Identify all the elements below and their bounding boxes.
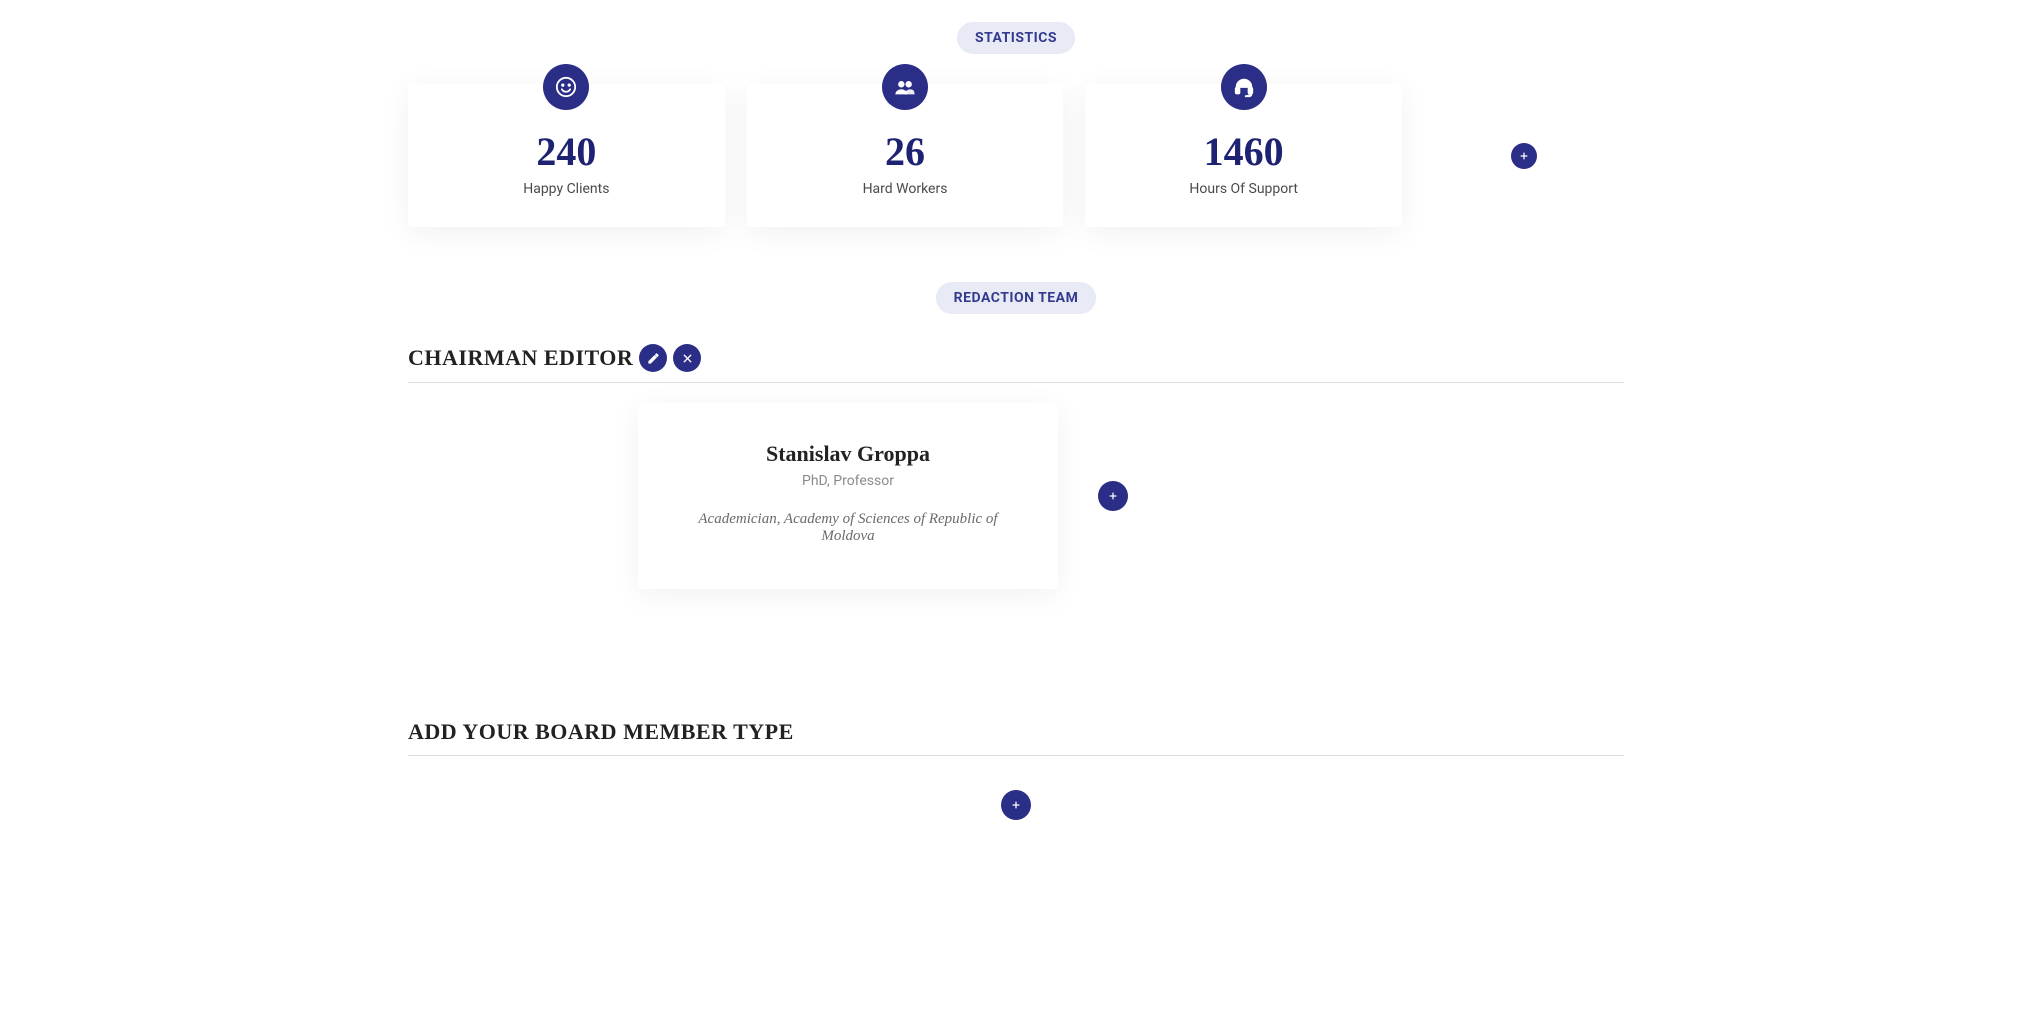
edit-team-button[interactable] [639,344,667,372]
member-subtitle: PhD, Professor [678,473,1018,489]
stat-value: 1460 [1105,128,1382,175]
stat-label: Hard Workers [767,181,1044,197]
member-area: Stanislav Groppa PhD, Professor Academic… [408,383,1624,629]
add-member-button[interactable] [1098,481,1128,511]
redaction-badge-row: REDACTION TEAM [408,282,1624,314]
statistics-badge-row: STATISTICS [408,22,1624,54]
redaction-team-badge: REDACTION TEAM [936,282,1097,314]
stat-label: Happy Clients [428,181,705,197]
stat-label: Hours Of Support [1105,181,1382,197]
stat-card-hours-support: 1460 Hours Of Support [1085,84,1402,227]
member-description: Academician, Academy of Sciences of Repu… [678,511,1018,545]
smile-icon [543,64,589,110]
add-stat-button[interactable] [1511,143,1537,169]
statistics-badge: STATISTICS [957,22,1075,54]
team-heading-row: CHAIRMAN EDITOR [408,344,1624,372]
member-name: Stanislav Groppa [678,441,1018,467]
people-icon [882,64,928,110]
stats-add-wrapper [1424,84,1624,227]
stat-card-hard-workers: 26 Hard Workers [747,84,1064,227]
add-board-type-button[interactable] [1001,790,1031,820]
headset-icon [1221,64,1267,110]
chairman-editor-heading: CHAIRMAN EDITOR [408,345,633,371]
stat-card-happy-clients: 240 Happy Clients [408,84,725,227]
delete-team-button[interactable] [673,344,701,372]
add-board-member-heading: ADD YOUR BOARD MEMBER TYPE [408,719,1624,745]
member-card: Stanislav Groppa PhD, Professor Academic… [638,403,1058,589]
board-add-row [408,756,1624,854]
stat-value: 26 [767,128,1044,175]
stat-value: 240 [428,128,705,175]
stats-row: 240 Happy Clients 26 Hard Workers 1460 H… [408,84,1624,227]
